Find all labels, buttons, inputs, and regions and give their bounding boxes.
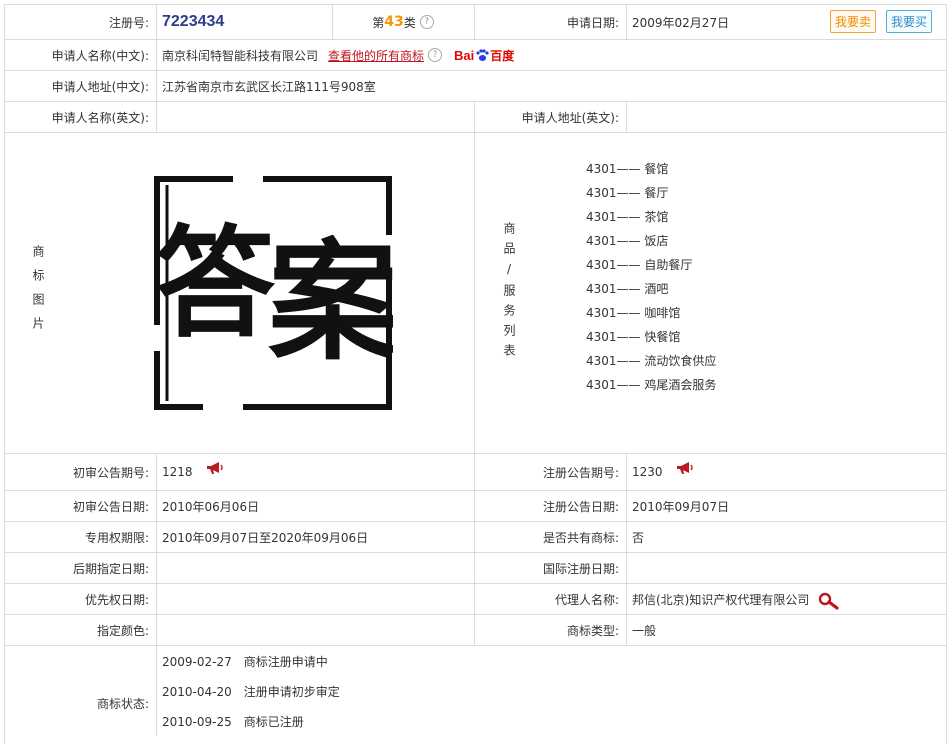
- help-icon[interactable]: ?: [419, 15, 434, 29]
- reg-pub-no: 1230: [632, 465, 663, 479]
- baidu-logo-bai: Bai: [454, 47, 475, 63]
- status-item: 2009-02-27 商标注册申请中: [162, 655, 328, 669]
- view-all-trademarks-link[interactable]: 查看他的所有商标: [328, 47, 424, 64]
- agent-cell: 邦信(北京)知识产权代理有限公司: [626, 584, 932, 614]
- color-value: [156, 615, 480, 645]
- reg-pub-no-label: 注册公告期号:: [542, 465, 619, 480]
- status-label: 商标状态:: [96, 696, 149, 711]
- class-prefix: 第: [372, 15, 385, 30]
- goods-item: 4301—— 饭店: [586, 234, 669, 248]
- reg-no: 7223434: [162, 13, 225, 30]
- class-number: 43: [384, 14, 404, 30]
- goods-item: 4301—— 鸡尾酒会服务: [586, 378, 717, 392]
- prelim-no: 1218: [162, 465, 193, 479]
- exclusive-period: 2010年09月07日至2020年09月06日: [162, 530, 369, 545]
- megaphone-icon[interactable]: [205, 461, 225, 475]
- goods-list-label-cell: 商品/服务列表: [474, 133, 544, 453]
- megaphone-icon[interactable]: [675, 461, 695, 475]
- row-priority-agent: 优先权日期: 代理人名称: 邦信(北京)知识产权代理有限公司: [4, 583, 947, 614]
- goods-list-label: 商品/服务列表: [502, 222, 516, 364]
- applicant-addr-en-label: 申请人地址(英文):: [521, 110, 619, 125]
- later-date-label: 后期指定日期:: [72, 561, 149, 576]
- status-item: 2010-09-25 商标已注册: [162, 715, 304, 729]
- row-image-goods: 商标图片 答 案 商品/服务列表: [4, 132, 947, 453]
- row-applicant-en: 申请人名称(英文): 申请人地址(英文):: [4, 101, 947, 132]
- goods-item: 4301—— 自助餐厅: [586, 258, 693, 272]
- buy-button[interactable]: 我要买: [886, 10, 932, 33]
- shared-label: 是否共有商标:: [542, 530, 619, 545]
- applicant-name-cn-label: 申请人名称(中文):: [51, 48, 149, 63]
- shared-value: 否: [632, 530, 645, 545]
- goods-item: 4301—— 咖啡馆: [586, 306, 681, 320]
- row-color-type: 指定颜色: 商标类型: 一般: [4, 614, 947, 645]
- apply-date: 2009年02月27日: [632, 15, 730, 30]
- prelim-no-cell: 1218: [156, 454, 480, 490]
- trademark-image-label-cell: 商标图片: [4, 133, 72, 453]
- intl-date-label: 国际注册日期:: [542, 561, 619, 576]
- goods-item: 4301—— 餐馆: [586, 162, 669, 176]
- goods-item: 4301—— 餐厅: [586, 186, 669, 200]
- apply-date-label: 申请日期:: [566, 15, 619, 30]
- agent-name: 邦信(北京)知识产权代理有限公司: [632, 592, 810, 607]
- row-exclusive: 专用权期限: 2010年09月07日至2020年09月06日 是否共有商标: 否: [4, 521, 947, 552]
- class-suffix: 类: [403, 15, 416, 30]
- prelim-date: 2010年06月06日: [162, 499, 260, 514]
- baidu-search-link[interactable]: Bai 百度: [454, 47, 514, 64]
- row-later-intl: 后期指定日期: 国际注册日期:: [4, 552, 947, 583]
- goods-list: 4301—— 餐馆 4301—— 餐厅 4301—— 茶馆 4301—— 饭店 …: [586, 157, 716, 397]
- trademark-logo: 答 案: [153, 176, 393, 410]
- applicant-addr-en: [626, 102, 932, 132]
- row-pub-no: 初审公告期号: 1218 注册公告期号: 1230: [4, 453, 947, 490]
- priority-date-label: 优先权日期:: [84, 592, 149, 607]
- class-cell: 第 43 类 ?: [332, 5, 474, 39]
- row-pub-date: 初审公告日期: 2010年06月06日 注册公告日期: 2010年09月07日: [4, 490, 947, 521]
- baidu-paw-icon: [475, 49, 489, 61]
- reg-no-label: 注册号:: [108, 15, 149, 30]
- applicant-name-en-label: 申请人名称(英文):: [51, 110, 149, 125]
- applicant-name-cn: 南京科闰特智能科技有限公司: [162, 48, 319, 63]
- row-applicant-addr-cn: 申请人地址(中文): 江苏省南京市玄武区长江路111号908室: [4, 70, 947, 101]
- trademark-image-label: 商标图片: [31, 245, 45, 341]
- applicant-addr-cn: 江苏省南京市玄武区长江路111号908室: [162, 79, 376, 94]
- trademark-image: 答 案: [72, 133, 474, 453]
- logo-char-right: 案: [268, 226, 393, 378]
- priority-date: [156, 584, 480, 614]
- agent-label: 代理人名称:: [554, 592, 619, 607]
- prelim-no-label: 初审公告期号:: [72, 465, 149, 480]
- goods-item: 4301—— 快餐馆: [586, 330, 681, 344]
- intl-date: [626, 553, 932, 583]
- applicant-name-cn-cell: 南京科闰特智能科技有限公司 查看他的所有商标 ? Bai 百度: [156, 40, 942, 70]
- trademark-detail-table: 注册号: 7223434 第 43 类 ? 申请日期: 2009年02月27日 我要…: [0, 0, 951, 744]
- reg-pub-no-cell: 1230: [626, 454, 932, 490]
- prelim-date-label: 初审公告日期:: [72, 499, 149, 514]
- reg-pub-date: 2010年09月07日: [632, 499, 730, 514]
- sell-button[interactable]: 我要卖: [830, 10, 876, 33]
- row-status: 商标状态:: [4, 645, 947, 736]
- reg-pub-date-label: 注册公告日期:: [542, 499, 619, 514]
- status-item: 2010-04-20 注册申请初步审定: [162, 685, 340, 699]
- help-icon[interactable]: ?: [428, 48, 443, 62]
- exclusive-label: 专用权期限:: [84, 530, 149, 545]
- row-applicant-name-cn: 申请人名称(中文): 南京科闰特智能科技有限公司 查看他的所有商标 ? Bai …: [4, 39, 947, 70]
- color-label: 指定颜色:: [96, 623, 149, 638]
- applicant-name-en: [156, 102, 480, 132]
- goods-item: 4301—— 茶馆: [586, 210, 669, 224]
- goods-item: 4301—— 酒吧: [586, 282, 669, 296]
- later-date: [156, 553, 480, 583]
- goods-item: 4301—— 流动饮食供应: [586, 354, 717, 368]
- reg-no-value: 7223434: [156, 5, 338, 39]
- type-label: 商标类型:: [566, 623, 619, 638]
- search-icon[interactable]: [817, 592, 841, 610]
- type-value: 一般: [632, 623, 657, 638]
- applicant-addr-cn-label: 申请人地址(中文):: [51, 79, 149, 94]
- logo-char-left: 答: [155, 215, 276, 354]
- row-reg-no: 注册号: 7223434 第 43 类 ? 申请日期: 2009年02月27日 我要…: [4, 4, 947, 39]
- baidu-logo-du: 百度: [490, 48, 515, 63]
